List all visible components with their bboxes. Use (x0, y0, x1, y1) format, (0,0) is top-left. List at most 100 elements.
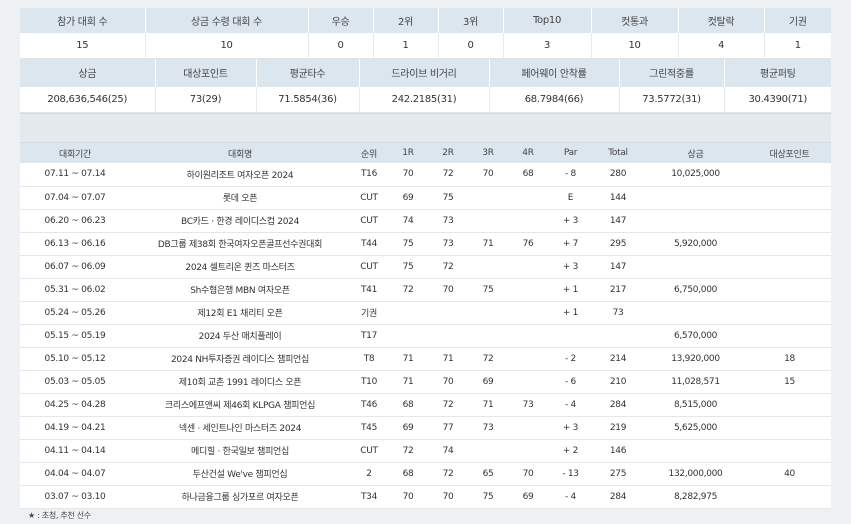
table-cell (748, 439, 831, 463)
table-cell (508, 416, 548, 440)
column-header: 대상포인트 (748, 143, 831, 163)
table-cell: 70 (428, 485, 468, 509)
summary-value: 3 (503, 33, 592, 59)
table-cell (593, 324, 643, 348)
tournament-name[interactable]: 롯데 오픈 (130, 186, 350, 210)
table-cell: 72 (428, 393, 468, 417)
table-cell: 06.20 ~ 06.23 (20, 209, 130, 233)
table-cell: - 6 (548, 370, 593, 394)
column-header: 상금 (20, 58, 156, 87)
table-cell: 05.31 ~ 06.02 (20, 278, 130, 302)
table-cell: 72 (428, 163, 468, 187)
column-header: Total (593, 143, 643, 163)
table-cell: 284 (593, 393, 643, 417)
column-header: 우승 (308, 8, 374, 33)
table-cell: 03.07 ~ 03.10 (20, 485, 130, 509)
table-cell (508, 278, 548, 302)
table-cell: 71 (468, 393, 508, 417)
table-cell: 07.04 ~ 07.07 (20, 186, 130, 210)
table-row[interactable]: 04.25 ~ 04.28 크리스에프앤씨 제46회 KLPGA 챔피언십 T46 6… (20, 393, 831, 417)
table-cell: 6,750,000 (643, 278, 748, 302)
table-cell: 70 (388, 485, 428, 509)
table-row[interactable]: 06.20 ~ 06.23 BC카드 · 한경 레이디스컵 2024 CUT 74 73… (20, 209, 831, 233)
table-cell: 295 (593, 232, 643, 256)
table-cell: 144 (593, 186, 643, 210)
table-row[interactable]: 05.03 ~ 05.05 제10회 교촌 1991 레이디스 오픈 T10 71 70… (20, 370, 831, 394)
table-cell (748, 485, 831, 509)
table-row[interactable]: 07.04 ~ 07.07 롯데 오픈 CUT 69 75 E 144 (20, 186, 831, 210)
table-row[interactable]: 05.15 ~ 05.19 2024 두산 매치플레이 T17 6,570,000 (20, 324, 831, 348)
table-cell: 13,920,000 (643, 347, 748, 371)
table-cell: 65 (468, 462, 508, 486)
tournament-name[interactable]: 2024 셀트리온 퀸즈 마스터즈 (130, 255, 350, 279)
table-cell: 280 (593, 163, 643, 187)
tournament-name[interactable]: 제12회 E1 채리티 오픈 (130, 301, 350, 325)
column-header: 2R (428, 143, 468, 163)
table-cell: 04.19 ~ 04.21 (20, 416, 130, 440)
table-row[interactable]: 05.31 ~ 06.02 Sh수협은행 MBN 여자오픈 T41 72 70 75 + 1… (20, 278, 831, 302)
table-cell: 69 (468, 370, 508, 394)
table-cell (508, 209, 548, 233)
tournament-name[interactable]: 크리스에프앤씨 제46회 KLPGA 챔피언십 (130, 393, 350, 417)
table-cell: 75 (388, 232, 428, 256)
tournament-name[interactable]: BC카드 · 한경 레이디스컵 2024 (130, 209, 350, 233)
table-cell (508, 347, 548, 371)
table-row[interactable]: 04.04 ~ 04.07 두산건설 We've 챔피언십 2 68 72 65 70- 1… (20, 462, 831, 486)
tournament-name[interactable]: 두산건설 We've 챔피언십 (130, 462, 350, 486)
tournament-name[interactable]: DB그룹 제38회 한국여자오픈골프선수권대회 (130, 232, 350, 256)
table-cell: 77 (428, 416, 468, 440)
table-row[interactable]: 04.11 ~ 04.14 메디힐 · 한국일보 챔피언십 CUT 72 74 + 2 14… (20, 439, 831, 463)
table-cell: 73 (428, 209, 468, 233)
tournament-name[interactable]: 2024 두산 매치플레이 (130, 324, 350, 348)
table-cell: 05.24 ~ 05.26 (20, 301, 130, 325)
table-cell: + 3 (548, 209, 593, 233)
table-cell: 04.25 ~ 04.28 (20, 393, 130, 417)
table-row[interactable]: 05.10 ~ 05.12 2024 NH투자증권 레이디스 챔피언십 T8 71 71… (20, 347, 831, 371)
table-cell: 06.07 ~ 06.09 (20, 255, 130, 279)
summary-value: 68.7984(66) (489, 86, 620, 113)
table-cell: + 7 (548, 232, 593, 256)
table-cell (428, 324, 468, 348)
table-cell: T16 (350, 163, 388, 187)
table-cell: - 8 (548, 163, 593, 187)
table-row[interactable]: 04.19 ~ 04.21 넥센 · 세인트나인 마스터즈 2024 T45 69 77… (20, 416, 831, 440)
column-header: 대회명 (130, 143, 350, 163)
tournament-name[interactable]: 넥센 · 세인트나인 마스터즈 2024 (130, 416, 350, 440)
tournament-name[interactable]: 하이원리조트 여자오픈 2024 (130, 163, 350, 187)
table-cell: 70 (388, 163, 428, 187)
tournament-name[interactable]: 하나금융그룹 싱가포르 여자오픈 (130, 485, 350, 509)
table-cell: 217 (593, 278, 643, 302)
table-cell (748, 186, 831, 210)
table-cell (548, 324, 593, 348)
tournament-name[interactable]: 2024 NH투자증권 레이디스 챔피언십 (130, 347, 350, 371)
table-cell: 132,000,000 (643, 462, 748, 486)
summary-value: 10 (591, 33, 679, 59)
summary-value: 4 (678, 33, 765, 59)
table-cell: 2 (350, 462, 388, 486)
table-cell: T41 (350, 278, 388, 302)
column-header: 상금 수령 대회 수 (145, 8, 309, 33)
table-row[interactable]: 05.24 ~ 05.26 제12회 E1 채리티 오픈 기권 + 1 73 (20, 301, 831, 325)
table-row[interactable]: 07.11 ~ 07.14 하이원리조트 여자오픈 2024 T16 70 72 70 68… (20, 163, 831, 187)
tournament-name[interactable]: Sh수협은행 MBN 여자오픈 (130, 278, 350, 302)
table-row[interactable]: 06.13 ~ 06.16 DB그룹 제38회 한국여자오픈골프선수권대회 T44 7… (20, 232, 831, 256)
table-cell: + 3 (548, 416, 593, 440)
table-cell: 04.11 ~ 04.14 (20, 439, 130, 463)
column-header: 기권 (764, 8, 831, 33)
footnote: ★ : 초청, 추천 선수 (28, 511, 91, 520)
table-cell: - 4 (548, 485, 593, 509)
table-row[interactable]: 06.07 ~ 06.09 2024 셀트리온 퀸즈 마스터즈 CUT 75 72 + 3… (20, 255, 831, 279)
table-cell: T34 (350, 485, 388, 509)
table-cell: 68 (508, 163, 548, 187)
column-header: 1R (388, 143, 428, 163)
summary-value: 0 (308, 33, 374, 59)
table-cell: 69 (508, 485, 548, 509)
column-header: 대상포인트 (155, 58, 257, 87)
column-header: 상금 (643, 143, 748, 163)
table-cell: 5,625,000 (643, 416, 748, 440)
tournament-name[interactable]: 제10회 교촌 1991 레이디스 오픈 (130, 370, 350, 394)
tournament-name[interactable]: 메디힐 · 한국일보 챔피언십 (130, 439, 350, 463)
table-row[interactable]: 03.07 ~ 03.10 하나금융그룹 싱가포르 여자오픈 T34 70 70 75 69… (20, 485, 831, 509)
table-cell: 기권 (350, 301, 388, 325)
table-cell: - 13 (548, 462, 593, 486)
